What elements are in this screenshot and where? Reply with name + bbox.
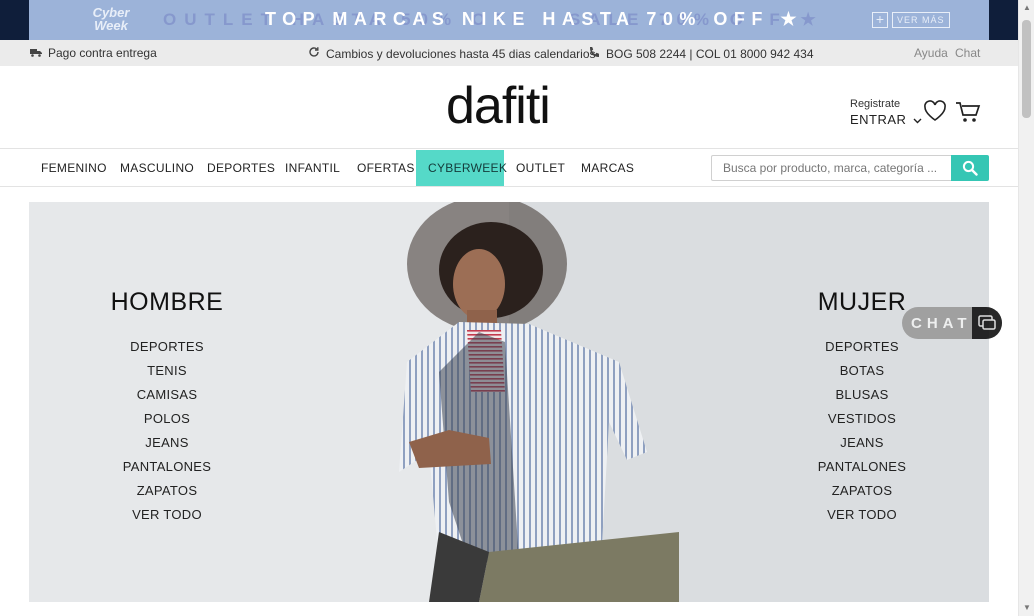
hombre-link-pantalones[interactable]: PANTALONES	[77, 455, 257, 479]
dafiti-logo[interactable]: dafiti	[446, 80, 551, 132]
promo-headline: TOP MARCAS NIKE HASTA 70% OFF ★	[265, 9, 804, 29]
delivery-text: Pago contra entrega	[48, 46, 157, 60]
promo-banner[interactable]: Cyber Week OUTLET HASTA 50% OFF · SALE 7…	[29, 0, 989, 40]
hombre-link-tenis[interactable]: TENIS	[77, 359, 257, 383]
page: Cyber Week OUTLET HASTA 50% OFF · SALE 7…	[0, 0, 1034, 616]
scroll-down-arrow-icon[interactable]: ▼	[1023, 603, 1031, 612]
plus-icon[interactable]: +	[872, 12, 888, 28]
mujer-link-vestidos[interactable]: VESTIDOS	[772, 407, 952, 431]
promo-ver-mas-button[interactable]: VER MÁS	[892, 12, 950, 28]
refresh-icon	[308, 46, 322, 61]
hero-banner: HOMBRE DEPORTES TENIS CAMISAS POLOS JEAN…	[29, 202, 989, 602]
nav-item-femenino[interactable]: FEMENINO	[29, 150, 119, 186]
chevron-down-icon	[909, 116, 922, 127]
nav-item-marcas[interactable]: MARCAS	[569, 150, 646, 186]
mujer-link-pantalones[interactable]: PANTALONES	[772, 455, 952, 479]
mujer-link-zapatos[interactable]: ZAPATOS	[772, 479, 952, 503]
hombre-link-polos[interactable]: POLOS	[77, 407, 257, 431]
chat-widget-label: CHAT	[911, 315, 972, 332]
hombre-link-ver-todo[interactable]: VER TODO	[77, 503, 257, 527]
hombre-link-deportes[interactable]: DEPORTES	[77, 335, 257, 359]
nav-item-masculino[interactable]: MASCULINO	[108, 150, 206, 186]
nav-item-outlet[interactable]: OUTLET	[504, 150, 577, 186]
mujer-link-botas[interactable]: BOTAS	[772, 359, 952, 383]
mujer-link-ver-todo[interactable]: VER TODO	[772, 503, 952, 527]
login-label: ENTRAR	[850, 112, 907, 127]
cyberweek-logo-line2: Week	[94, 18, 128, 33]
heart-icon[interactable]	[922, 98, 948, 124]
register-link[interactable]: Registrate	[850, 98, 900, 110]
phone-info: BOG 508 2244 | COL 01 8000 942 434	[588, 46, 814, 61]
help-link[interactable]: Ayuda	[914, 46, 948, 60]
promo-banner-wrapper: Cyber Week OUTLET HASTA 50% OFF · SALE 7…	[0, 0, 1018, 40]
search-input[interactable]: Busca por producto, marca, categoría ...	[711, 155, 951, 181]
search-button[interactable]	[951, 155, 989, 181]
cyberweek-logo: Cyber Week	[83, 6, 139, 34]
login-dropdown[interactable]: ENTRAR	[850, 112, 922, 127]
nav-item-infantil[interactable]: INFANTIL	[273, 150, 352, 186]
site-header: dafiti Registrate ENTRAR	[0, 66, 1018, 149]
hombre-column: HOMBRE DEPORTES TENIS CAMISAS POLOS JEAN…	[77, 288, 257, 527]
search-icon	[962, 160, 978, 181]
chat-bubble-icon	[972, 307, 1002, 339]
chat-link[interactable]: Chat	[955, 46, 980, 60]
hombre-link-camisas[interactable]: CAMISAS	[77, 383, 257, 407]
phone-text: BOG 508 2244 | COL 01 8000 942 434	[606, 47, 814, 61]
page-scrollbar[interactable]: ▲ ▼	[1018, 0, 1034, 616]
model-photo	[399, 202, 679, 602]
nav-item-cyberweek[interactable]: CYBERWEEK	[416, 150, 507, 186]
chat-widget-button[interactable]: CHAT	[902, 307, 1002, 339]
hombre-link-zapatos[interactable]: ZAPATOS	[77, 479, 257, 503]
hombre-link-jeans[interactable]: JEANS	[77, 431, 257, 455]
returns-text: Cambios y devoluciones hasta 45 dias cal…	[326, 47, 596, 61]
scroll-up-arrow-icon[interactable]: ▲	[1023, 3, 1031, 12]
info-bar: Pago contra entrega Cambios y devolucion…	[0, 40, 1018, 66]
truck-icon	[30, 48, 44, 60]
mujer-link-blusas[interactable]: BLUSAS	[772, 383, 952, 407]
delivery-info: Pago contra entrega	[30, 46, 157, 60]
main-nav: FEMENINO MASCULINO DEPORTES INFANTIL OFE…	[0, 150, 1018, 187]
mujer-link-jeans[interactable]: JEANS	[772, 431, 952, 455]
hombre-title[interactable]: HOMBRE	[77, 288, 257, 317]
scrollbar-thumb[interactable]	[1022, 20, 1031, 118]
phone-icon	[588, 46, 602, 61]
returns-info[interactable]: Cambios y devoluciones hasta 45 dias cal…	[308, 46, 596, 61]
nav-item-ofertas[interactable]: OFERTAS	[345, 150, 427, 186]
cart-icon[interactable]	[955, 100, 981, 124]
